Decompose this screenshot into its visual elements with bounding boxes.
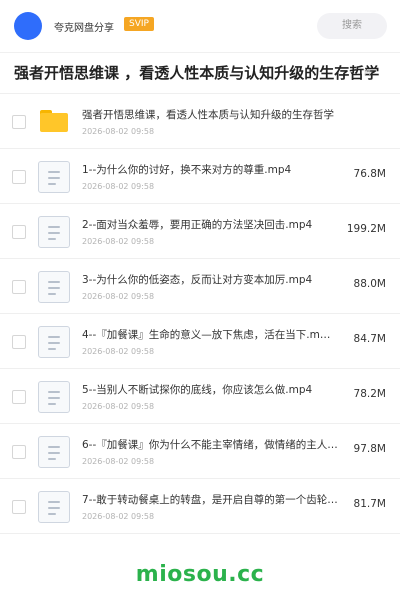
document-icon — [38, 326, 70, 358]
file-date: 2026-08-02 09:58 — [82, 457, 155, 466]
document-icon — [38, 436, 70, 468]
row-checkbox[interactable] — [12, 170, 26, 184]
document-icon — [38, 216, 70, 248]
file-name[interactable]: 2--面对当众羞辱，要用正确的方法坚决回击.mp4 — [82, 217, 350, 232]
file-name[interactable]: 6--『加餐课』你为什么不能主宰情绪，做情绪的主人… — [82, 437, 350, 452]
file-size: 88.0M — [353, 278, 386, 290]
row-checkbox[interactable] — [12, 115, 26, 129]
top-bar: 夸克网盘分享 SVIP 搜索 — [0, 0, 400, 53]
file-row[interactable]: 4--『加餐课』生命的意义—放下焦虑，活在当下.m… 2026-08-02 09:… — [0, 314, 400, 369]
file-size: 84.7M — [353, 333, 386, 345]
file-size: 81.7M — [353, 498, 386, 510]
file-list: 强者开悟思维课，看透人性本质与认知升级的生存哲学 2026-08-02 09:5… — [0, 93, 400, 534]
row-checkbox[interactable] — [12, 390, 26, 404]
file-row[interactable]: 3--为什么你的低姿态，反而让对方变本加厉.mp4 2026-08-02 09:5… — [0, 259, 400, 314]
file-size: 78.2M — [353, 388, 386, 400]
row-checkbox[interactable] — [12, 280, 26, 294]
file-name[interactable]: 5--当别人不断试探你的底线，你应该怎么做.mp4 — [82, 382, 350, 397]
row-checkbox[interactable] — [12, 500, 26, 514]
file-size: 76.8M — [353, 168, 386, 180]
svip-badge: SVIP — [124, 17, 154, 31]
folder-icon — [40, 110, 68, 132]
file-row[interactable]: 2--面对当众羞辱，要用正确的方法坚决回击.mp4 2026-08-02 09:5… — [0, 204, 400, 259]
file-size: 97.8M — [353, 443, 386, 455]
file-date: 2026-08-02 09:58 — [82, 512, 155, 521]
document-icon — [38, 491, 70, 523]
file-date: 2026-08-02 09:58 — [82, 347, 155, 356]
row-checkbox[interactable] — [12, 225, 26, 239]
file-row[interactable]: 7--敢于转动餐桌上的转盘，是开启自尊的第一个齿轮… 2026-08-02 09:… — [0, 479, 400, 534]
page-title: 强者开悟思维课 ，看透人性本质与认知升级的生存哲学 — [14, 64, 380, 82]
file-date: 2026-08-02 09:58 — [82, 402, 155, 411]
row-checkbox[interactable] — [12, 445, 26, 459]
avatar[interactable] — [14, 12, 42, 40]
file-row[interactable]: 1--为什么你的讨好，换不来对方的尊重.mp4 2026-08-02 09:58 7… — [0, 149, 400, 204]
file-name[interactable]: 7--敢于转动餐桌上的转盘，是开启自尊的第一个齿轮… — [82, 492, 350, 507]
folder-name[interactable]: 强者开悟思维课，看透人性本质与认知升级的生存哲学 — [82, 107, 382, 122]
search-input[interactable]: 搜索 — [317, 13, 387, 39]
file-row[interactable]: 5--当别人不断试探你的底线，你应该怎么做.mp4 2026-08-02 09:5… — [0, 369, 400, 424]
file-date: 2026-08-02 09:58 — [82, 292, 155, 301]
row-checkbox[interactable] — [12, 335, 26, 349]
file-name[interactable]: 1--为什么你的讨好，换不来对方的尊重.mp4 — [82, 162, 350, 177]
document-icon — [38, 381, 70, 413]
folder-date: 2026-08-02 09:58 — [82, 127, 155, 136]
document-icon — [38, 271, 70, 303]
document-icon — [38, 161, 70, 193]
file-date: 2026-08-02 09:58 — [82, 182, 155, 191]
file-row[interactable]: 6--『加餐课』你为什么不能主宰情绪，做情绪的主人… 2026-08-02 09:… — [0, 424, 400, 479]
file-size: 199.2M — [346, 223, 386, 235]
title-overflow-text: M — [364, 68, 371, 77]
file-date: 2026-08-02 09:58 — [82, 237, 155, 246]
folder-row[interactable]: 强者开悟思维课，看透人性本质与认知升级的生存哲学 2026-08-02 09:5… — [0, 94, 400, 149]
file-name[interactable]: 3--为什么你的低姿态，反而让对方变本加厉.mp4 — [82, 272, 350, 287]
site-name: 夸克网盘分享 — [54, 23, 114, 34]
file-name[interactable]: 4--『加餐课』生命的意义—放下焦虑，活在当下.m… — [82, 327, 350, 342]
watermark: miosou.cc — [135, 562, 265, 587]
